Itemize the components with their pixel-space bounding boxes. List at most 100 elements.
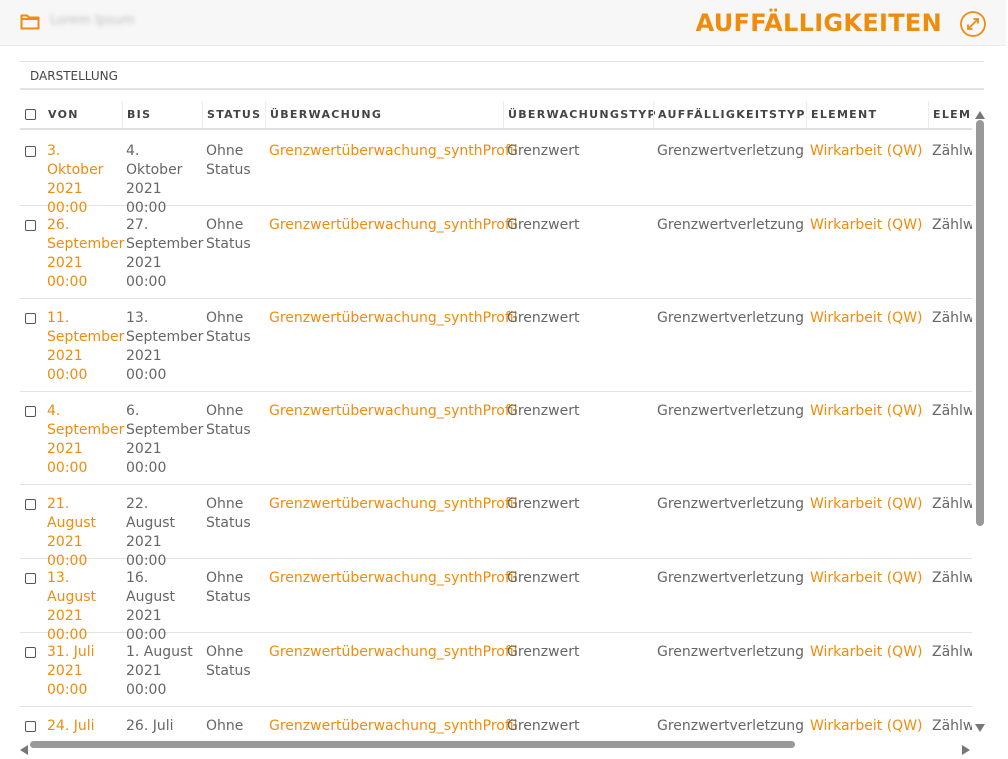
- cell-ueberwachung-link[interactable]: Grenzwertüberwachung_synthProfil: [269, 309, 518, 328]
- cell-von[interactable]: 31. Juli 2021 00:00: [47, 643, 121, 700]
- select-all-checkbox[interactable]: [25, 109, 36, 120]
- horizontal-scroll-thumb[interactable]: [30, 741, 795, 748]
- row-checkbox[interactable]: [25, 573, 36, 584]
- scroll-left-arrow-icon[interactable]: [20, 740, 28, 759]
- cell-auffaelligkeitstyp: Grenzwertverletzung: [657, 310, 805, 326]
- cell-status: Ohne Status: [206, 403, 251, 438]
- table-body: 3. Oktober 2021 00:00 4. Oktober 2021 00:…: [20, 132, 972, 735]
- table-row[interactable]: 3. Oktober 2021 00:00 4. Oktober 2021 00:…: [20, 132, 972, 216]
- cell-status: Ohne Status: [206, 217, 251, 252]
- cell-ueberwachungstyp: Grenzwert: [507, 644, 580, 660]
- cell-von[interactable]: 4. September 2021 00:00: [47, 402, 124, 478]
- cell-element-2: Zählw: [932, 718, 972, 734]
- vertical-scroll-thumb[interactable]: [976, 120, 984, 526]
- cell-bis: 26. Juli: [126, 718, 174, 734]
- cell-auffaelligkeitstyp: Grenzwertverletzung: [657, 718, 805, 734]
- table-row[interactable]: 31. Juli 2021 00:00 1. August 2021 00:00 O…: [20, 633, 972, 707]
- row-checkbox[interactable]: [25, 220, 36, 231]
- scroll-right-arrow-icon[interactable]: [962, 740, 970, 759]
- row-checkbox[interactable]: [25, 146, 36, 157]
- cell-auffaelligkeitstyp: Grenzwertverletzung: [657, 403, 805, 419]
- table-row[interactable]: 21. August 2021 00:00 22. August 2021 00:…: [20, 485, 972, 569]
- cell-status: Ohne Status: [206, 496, 251, 531]
- table-row[interactable]: 24. Juli 26. Juli Ohne Grenzwertüberwachung…: [20, 707, 972, 735]
- cell-element-2: Zählw: [932, 496, 972, 512]
- horizontal-scrollbar[interactable]: [20, 738, 972, 755]
- cell-element-link[interactable]: Wirkarbeit (QW): [810, 643, 925, 662]
- table-row[interactable]: 26. September 2021 00:00 27. September 20…: [20, 206, 972, 299]
- cell-bis: 1. August 2021 00:00: [126, 644, 193, 698]
- column-header-ueberwachung[interactable]: ÜBERWACHUNG: [265, 101, 503, 128]
- cell-ueberwachung-link[interactable]: Grenzwertüberwachung_synthProfil: [269, 643, 518, 662]
- cell-von[interactable]: 26. September 2021 00:00: [47, 216, 124, 292]
- cell-auffaelligkeitstyp: Grenzwertverletzung: [657, 496, 805, 512]
- cell-status: Ohne Status: [206, 310, 251, 345]
- column-header-element[interactable]: ELEMENT: [806, 101, 928, 128]
- column-header-von[interactable]: VON: [44, 101, 122, 128]
- cell-ueberwachungstyp: Grenzwert: [507, 310, 580, 326]
- cell-ueberwachungstyp: Grenzwert: [507, 496, 580, 512]
- table-header: VON BIS STATUS ÜBERWACHUNG ÜBERWACHUNGST…: [20, 101, 972, 130]
- cell-element-link[interactable]: Wirkarbeit (QW): [810, 569, 925, 588]
- expand-icon[interactable]: [959, 10, 987, 42]
- vertical-scrollbar[interactable]: [972, 104, 988, 738]
- table-row[interactable]: 4. September 2021 00:00 6. September 2021…: [20, 392, 972, 485]
- cell-ueberwachungstyp: Grenzwert: [507, 143, 580, 159]
- column-header-element-2[interactable]: ELEM: [928, 101, 972, 128]
- scroll-down-arrow-icon[interactable]: [975, 717, 985, 736]
- cell-auffaelligkeitstyp: Grenzwertverletzung: [657, 644, 805, 660]
- cell-element-2: Zählw: [932, 310, 972, 326]
- column-header-auffaelligkeitstyp[interactable]: AUFFÄLLIGKEITSTYP: [653, 101, 806, 128]
- cell-ueberwachungstyp: Grenzwert: [507, 403, 580, 419]
- column-header-bis[interactable]: BIS: [122, 101, 202, 128]
- row-checkbox[interactable]: [25, 721, 36, 732]
- cell-auffaelligkeitstyp: Grenzwertverletzung: [657, 570, 805, 586]
- cell-element-2: Zählw: [932, 143, 972, 159]
- row-checkbox[interactable]: [25, 647, 36, 658]
- cell-element-link[interactable]: Wirkarbeit (QW): [810, 142, 925, 161]
- cell-bis: 27. September 2021 00:00: [126, 217, 204, 290]
- workspace-name: Lorem Ipsum: [50, 13, 135, 28]
- cell-bis: 6. September 2021 00:00: [126, 403, 204, 476]
- results-table: VON BIS STATUS ÜBERWACHUNG ÜBERWACHUNGST…: [20, 101, 972, 735]
- cell-auffaelligkeitstyp: Grenzwertverletzung: [657, 217, 805, 233]
- row-checkbox[interactable]: [25, 313, 36, 324]
- folder-icon[interactable]: [20, 13, 40, 34]
- row-checkbox[interactable]: [25, 499, 36, 510]
- cell-element-2: Zählw: [932, 403, 972, 419]
- row-checkbox[interactable]: [25, 406, 36, 417]
- cell-ueberwachung-link[interactable]: Grenzwertüberwachung_synthProfil: [269, 717, 518, 735]
- cell-element-link[interactable]: Wirkarbeit (QW): [810, 717, 925, 735]
- cell-ueberwachung-link[interactable]: Grenzwertüberwachung_synthProfil: [269, 216, 518, 235]
- cell-bis: 13. September 2021 00:00: [126, 310, 204, 383]
- cell-ueberwachung-link[interactable]: Grenzwertüberwachung_synthProfil: [269, 495, 518, 514]
- cell-element-link[interactable]: Wirkarbeit (QW): [810, 495, 925, 514]
- view-options-bar[interactable]: DARSTELLUNG: [20, 61, 984, 90]
- cell-element-2: Zählw: [932, 570, 972, 586]
- cell-status: Ohne: [206, 718, 244, 734]
- page-title: AUFFÄLLIGKEITEN: [695, 9, 942, 37]
- cell-status: Ohne Status: [206, 143, 251, 178]
- select-all-cell: [20, 101, 44, 128]
- cell-element-link[interactable]: Wirkarbeit (QW): [810, 309, 925, 328]
- cell-element-link[interactable]: Wirkarbeit (QW): [810, 402, 925, 421]
- app-header: Lorem Ipsum AUFFÄLLIGKEITEN: [0, 0, 1006, 46]
- cell-status: Ohne Status: [206, 570, 251, 605]
- cell-ueberwachungstyp: Grenzwert: [507, 570, 580, 586]
- cell-ueberwachung-link[interactable]: Grenzwertüberwachung_synthProfil: [269, 569, 518, 588]
- cell-element-2: Zählw: [932, 644, 972, 660]
- cell-ueberwachungstyp: Grenzwert: [507, 217, 580, 233]
- cell-ueberwachungstyp: Grenzwert: [507, 718, 580, 734]
- column-header-status[interactable]: STATUS: [202, 101, 265, 128]
- cell-auffaelligkeitstyp: Grenzwertverletzung: [657, 143, 805, 159]
- table-row[interactable]: 13. August 2021 00:00 16. August 2021 00:…: [20, 559, 972, 643]
- table-row[interactable]: 11. September 2021 00:00 13. September 20…: [20, 299, 972, 392]
- cell-ueberwachung-link[interactable]: Grenzwertüberwachung_synthProfil: [269, 142, 518, 161]
- cell-von[interactable]: 24. Juli: [47, 717, 121, 735]
- cell-von[interactable]: 11. September 2021 00:00: [47, 309, 124, 385]
- cell-ueberwachung-link[interactable]: Grenzwertüberwachung_synthProfil: [269, 402, 518, 421]
- column-header-ueberwachungstyp[interactable]: ÜBERWACHUNGSTYP: [503, 101, 656, 128]
- cell-element-link[interactable]: Wirkarbeit (QW): [810, 216, 925, 235]
- cell-element-2: Zählw: [932, 217, 972, 233]
- cell-status: Ohne Status: [206, 644, 251, 679]
